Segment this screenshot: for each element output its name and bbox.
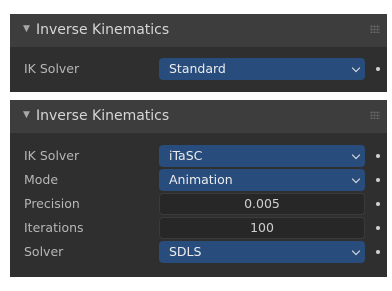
keyframe-dot-icon[interactable]: [376, 154, 380, 158]
keyframe-dot-icon[interactable]: [376, 202, 380, 206]
iterations-label: Iterations: [24, 220, 84, 235]
chevron-down-icon: [351, 63, 361, 73]
collapse-triangle-icon[interactable]: ▼: [23, 21, 30, 38]
drag-grip-icon[interactable]: [370, 111, 380, 119]
chevron-down-icon: [351, 150, 361, 160]
panel-title: Inverse Kinematics: [36, 108, 170, 124]
ik-solver-dropdown[interactable]: Standard: [159, 58, 365, 80]
drag-grip-icon[interactable]: [370, 25, 380, 33]
solver-label: Solver: [24, 244, 64, 259]
keyframe-dot-icon[interactable]: [376, 178, 380, 182]
chevron-down-icon: [351, 246, 361, 256]
ik-solver-label: IK Solver: [24, 61, 80, 76]
ik-solver-label: IK Solver: [24, 148, 80, 163]
solver-dropdown[interactable]: SDLS: [159, 241, 365, 263]
panel-header[interactable]: ▼ Inverse Kinematics: [10, 100, 387, 133]
ik-solver-value: Standard: [169, 61, 226, 76]
ik-panel-standard: ▼ Inverse Kinematics IK Solver Standard: [10, 14, 387, 92]
precision-value: 0.005: [244, 196, 280, 211]
panel-title: Inverse Kinematics: [36, 22, 170, 38]
panel-header[interactable]: ▼ Inverse Kinematics: [10, 14, 387, 47]
iterations-value: 100: [250, 220, 274, 235]
keyframe-dot-icon[interactable]: [376, 226, 380, 230]
solver-value: SDLS: [169, 244, 202, 259]
collapse-triangle-icon[interactable]: ▼: [23, 107, 30, 124]
iterations-field[interactable]: 100: [159, 217, 365, 239]
keyframe-dot-icon[interactable]: [376, 250, 380, 254]
keyframe-dot-icon[interactable]: [376, 67, 380, 71]
chevron-down-icon: [351, 174, 361, 184]
ik-panel-itasc: ▼ Inverse Kinematics IK Solver iTaSC Mod…: [10, 100, 387, 277]
mode-dropdown[interactable]: Animation: [159, 169, 365, 191]
ik-solver-dropdown[interactable]: iTaSC: [159, 145, 365, 167]
mode-value: Animation: [169, 172, 233, 187]
ik-solver-value: iTaSC: [169, 148, 203, 163]
precision-field[interactable]: 0.005: [159, 193, 365, 215]
mode-label: Mode: [24, 172, 59, 187]
precision-label: Precision: [24, 196, 80, 211]
